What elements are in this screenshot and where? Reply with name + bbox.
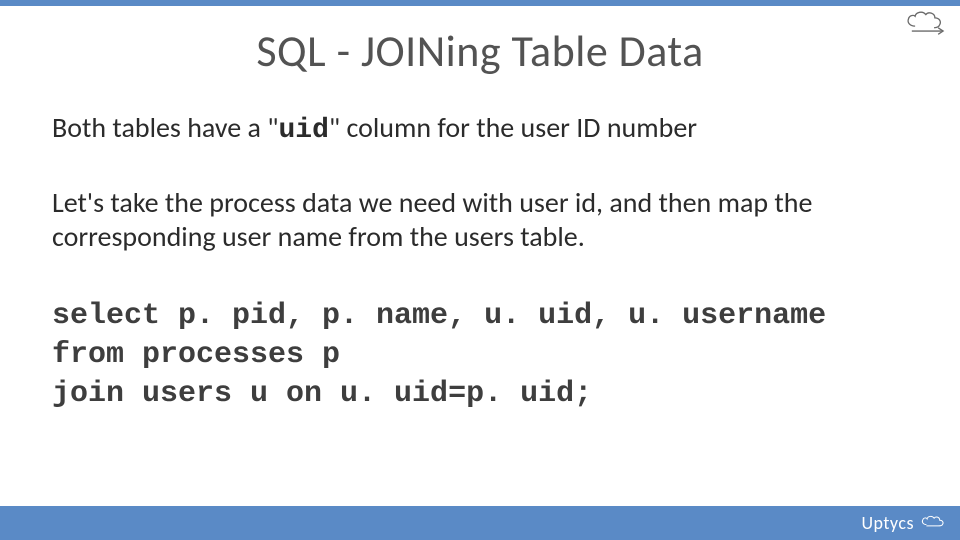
paragraph-1: Both tables have a "uid" column for the … [52,110,908,148]
slide-body: Both tables have a "uid" column for the … [52,110,908,414]
footer-bar: Uptycs [0,506,960,540]
top-accent-bar [0,0,960,6]
slide-title: SQL - JOINing Table Data [0,24,960,78]
brand-label: Uptycs [861,512,946,534]
slide: SQL - JOINing Table Data Both tables hav… [0,0,960,540]
sql-code-block: select p. pid, p. name, u. uid, u. usern… [52,297,908,414]
paragraph-2: Let's take the process data we need with… [52,186,908,253]
brand-cloud-icon [918,512,946,534]
